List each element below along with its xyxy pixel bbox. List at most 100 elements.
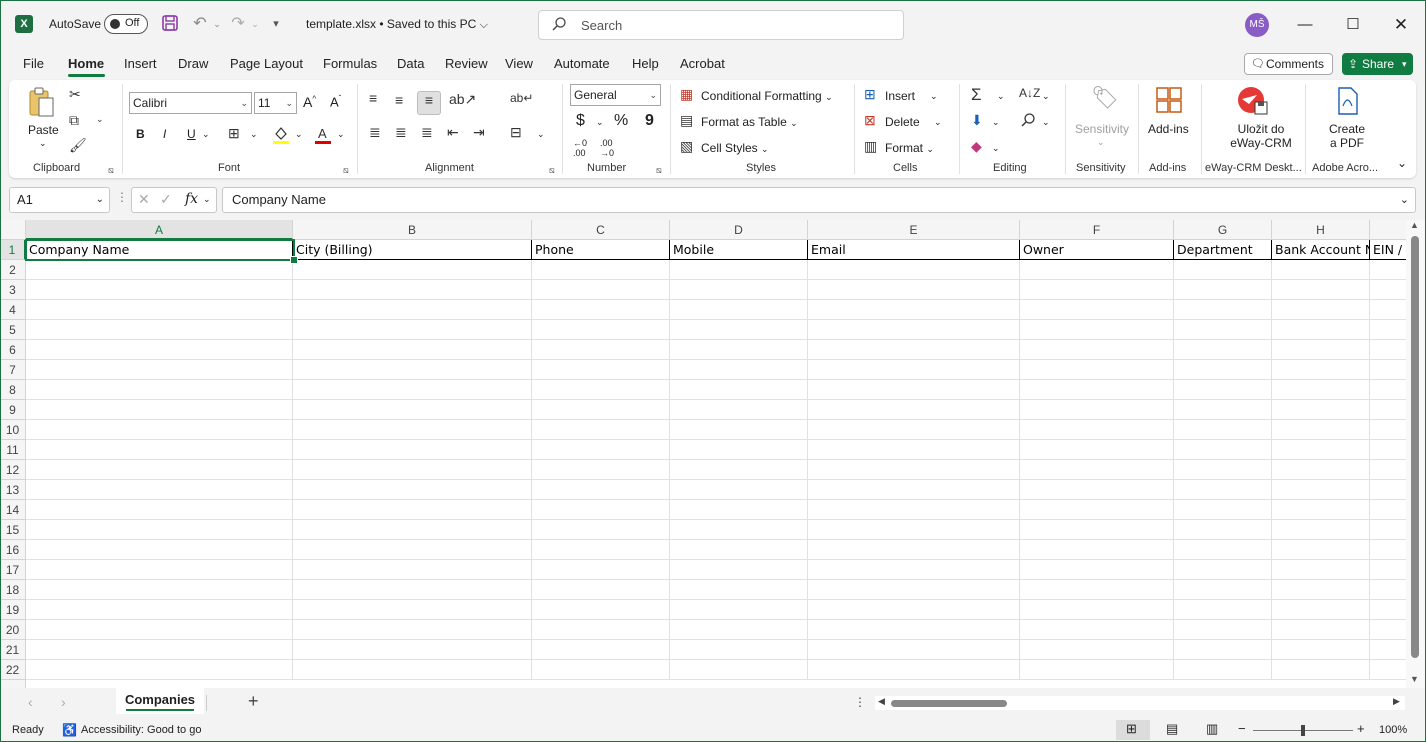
increase-indent-icon[interactable]: ⇥ xyxy=(473,124,485,141)
cell[interactable] xyxy=(1174,320,1272,340)
cell[interactable] xyxy=(1020,360,1174,380)
cell[interactable] xyxy=(1370,420,1410,440)
cell[interactable] xyxy=(293,560,532,580)
cell[interactable] xyxy=(1272,400,1370,420)
middle-align-icon[interactable]: ≡ xyxy=(395,92,403,108)
cell[interactable] xyxy=(808,260,1020,280)
cell[interactable] xyxy=(1370,660,1410,680)
vertical-scroll-thumb[interactable] xyxy=(1411,236,1419,658)
cell[interactable] xyxy=(1272,520,1370,540)
cell[interactable] xyxy=(293,460,532,480)
cell[interactable] xyxy=(1272,500,1370,520)
cell[interactable] xyxy=(1370,300,1410,320)
cell[interactable] xyxy=(670,360,808,380)
cell[interactable] xyxy=(1174,280,1272,300)
sort-filter-dropdown-icon[interactable]: ⌄ xyxy=(1042,91,1050,102)
normal-view-icon[interactable]: ⊞ xyxy=(1126,721,1137,737)
cell[interactable] xyxy=(532,360,670,380)
customize-quick-access-icon[interactable]: ▾ xyxy=(266,14,286,34)
cell[interactable] xyxy=(293,380,532,400)
cell[interactable] xyxy=(532,340,670,360)
format-cells-button[interactable]: Format ⌄ xyxy=(885,141,934,155)
cell[interactable] xyxy=(532,320,670,340)
row-header[interactable]: 7 xyxy=(0,360,26,380)
cell-styles-button[interactable]: Cell Styles ⌄ xyxy=(701,141,769,155)
sheet-tab-companies[interactable]: Companies xyxy=(116,688,204,714)
dialog-launcher-icon[interactable]: ⧅ xyxy=(656,165,662,176)
undo-dropdown-icon[interactable]: ⌄ xyxy=(207,14,227,34)
row-header[interactable]: 2 xyxy=(0,260,26,280)
percent-icon[interactable]: % xyxy=(614,112,628,130)
column-header-b[interactable]: B xyxy=(293,220,532,240)
font-color-icon[interactable]: A xyxy=(314,125,332,145)
cell[interactable] xyxy=(532,400,670,420)
cell[interactable] xyxy=(26,600,293,620)
cell[interactable] xyxy=(670,420,808,440)
save-icon[interactable] xyxy=(160,14,180,34)
cell[interactable] xyxy=(1272,640,1370,660)
cell[interactable] xyxy=(670,600,808,620)
cell[interactable] xyxy=(670,280,808,300)
font-family-select[interactable]: Calibri ⌄ xyxy=(129,92,252,114)
cell[interactable] xyxy=(1020,300,1174,320)
cell[interactable] xyxy=(26,380,293,400)
cell[interactable] xyxy=(670,620,808,640)
tab-home[interactable]: Home xyxy=(68,56,104,71)
currency-dropdown-icon[interactable]: ⌄ xyxy=(596,117,604,128)
row-header[interactable]: 20 xyxy=(0,620,26,640)
column-header-partial[interactable] xyxy=(1370,220,1410,240)
scroll-sheets-right-icon[interactable]: › xyxy=(61,694,66,710)
currency-icon[interactable]: $ xyxy=(576,112,585,130)
cell[interactable] xyxy=(1370,540,1410,560)
header-cell[interactable]: Phone xyxy=(532,240,670,260)
cell[interactable] xyxy=(808,660,1020,680)
paste-button[interactable]: Paste xyxy=(28,123,59,137)
cell[interactable] xyxy=(1020,440,1174,460)
cell[interactable] xyxy=(1370,480,1410,500)
cell[interactable] xyxy=(808,580,1020,600)
fill-icon[interactable]: ⬇ xyxy=(971,112,983,129)
cell[interactable] xyxy=(532,300,670,320)
add-ins-button[interactable]: Add-ins xyxy=(1148,122,1189,136)
row-header[interactable]: 4 xyxy=(0,300,26,320)
cell[interactable] xyxy=(808,640,1020,660)
clear-icon[interactable]: ◆ xyxy=(971,138,982,155)
cell[interactable] xyxy=(26,540,293,560)
function-dropdown-icon[interactable]: ⌄ xyxy=(203,194,211,205)
header-cell[interactable]: Email xyxy=(808,240,1020,260)
tab-draw[interactable]: Draw xyxy=(178,56,208,71)
cell[interactable] xyxy=(670,480,808,500)
format-as-table-button[interactable]: Format as Table ⌄ xyxy=(701,115,798,129)
cell[interactable] xyxy=(808,420,1020,440)
accessibility-status[interactable]: Accessibility: Good to go xyxy=(81,724,201,736)
insert-function-button[interactable]: fx xyxy=(185,191,198,207)
find-select-icon[interactable] xyxy=(1020,112,1036,128)
cell[interactable] xyxy=(293,280,532,300)
cell[interactable] xyxy=(293,420,532,440)
cell[interactable] xyxy=(26,520,293,540)
cell[interactable] xyxy=(1174,500,1272,520)
comma-style-icon[interactable]: 9 xyxy=(645,112,654,130)
cell[interactable] xyxy=(670,260,808,280)
row-header[interactable]: 12 xyxy=(0,460,26,480)
cell[interactable] xyxy=(1020,640,1174,660)
cell[interactable] xyxy=(670,640,808,660)
cell[interactable] xyxy=(1020,560,1174,580)
cell[interactable] xyxy=(670,300,808,320)
tab-help[interactable]: Help xyxy=(632,56,659,71)
sort-filter-icon[interactable]: A↓Z xyxy=(1019,86,1040,100)
cell[interactable] xyxy=(670,380,808,400)
cell[interactable] xyxy=(1174,360,1272,380)
row-header[interactable]: 21 xyxy=(0,640,26,660)
scroll-down-icon[interactable]: ▼ xyxy=(1410,674,1419,684)
cell[interactable] xyxy=(532,580,670,600)
cell[interactable] xyxy=(1174,660,1272,680)
tab-acrobat[interactable]: Acrobat xyxy=(680,56,725,71)
row-header[interactable]: 13 xyxy=(0,480,26,500)
cell[interactable] xyxy=(1174,400,1272,420)
cell[interactable] xyxy=(670,540,808,560)
column-header-d[interactable]: D xyxy=(670,220,808,240)
new-sheet-icon[interactable]: + xyxy=(248,691,259,712)
cell[interactable] xyxy=(670,520,808,540)
cell[interactable] xyxy=(670,560,808,580)
